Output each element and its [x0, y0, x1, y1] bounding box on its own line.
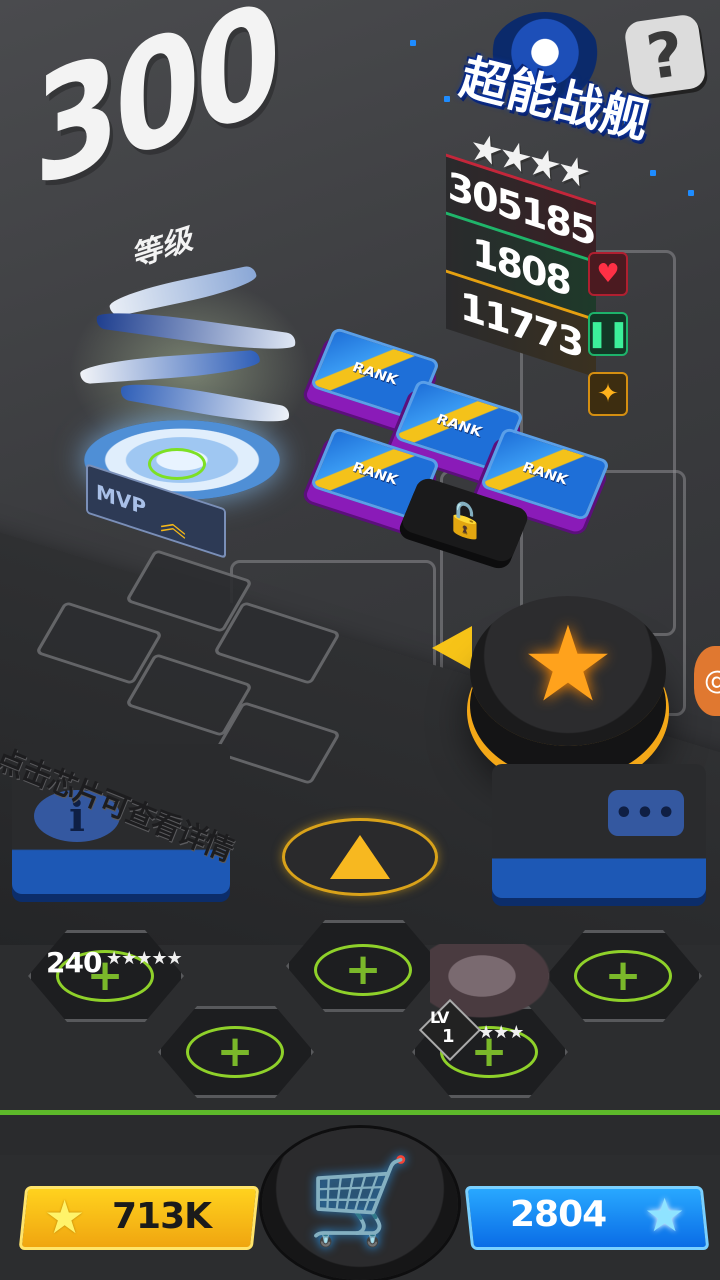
- add-member-button[interactable]: +: [186, 1026, 284, 1078]
- sparkle-dot: [444, 96, 450, 102]
- member-stars: ★★★★★: [106, 948, 183, 969]
- swirl-icon: @: [704, 666, 720, 696]
- member-level-prefix: LV: [430, 1008, 449, 1027]
- star-upgrade-button[interactable]: ★: [470, 596, 666, 746]
- side-tab-button[interactable]: @: [694, 646, 720, 716]
- add-member-button[interactable]: +: [574, 950, 672, 1002]
- expand-up-button[interactable]: [282, 818, 438, 896]
- attack-star-icon: ✦: [588, 372, 628, 416]
- sparkle-dot: [410, 40, 416, 46]
- sparkle-dot: [688, 190, 694, 196]
- member-level: 240: [46, 946, 102, 979]
- coins-value: 713K: [112, 1196, 212, 1237]
- triangle-up-icon: [330, 835, 390, 879]
- member-level: 1: [442, 1026, 454, 1047]
- shop-button[interactable]: 🛒: [262, 1128, 458, 1280]
- coin-star-icon: ★: [44, 1190, 86, 1244]
- member-stars: ★★★: [478, 1022, 524, 1043]
- shield-icon: ❚❚: [586, 312, 630, 356]
- gems-value: 2804: [510, 1194, 607, 1235]
- lock-icon: 🔓: [445, 494, 485, 546]
- cart-icon: 🛒: [307, 1151, 413, 1250]
- chat-button[interactable]: •••: [608, 790, 684, 836]
- gem-star-icon: ★: [644, 1188, 686, 1242]
- sparkle-dot: [650, 170, 656, 176]
- ship-platform-core: [148, 448, 206, 480]
- chat-bubble-icon: •••: [614, 795, 678, 831]
- add-member-button[interactable]: +: [314, 944, 412, 996]
- arrow-left-icon: [432, 626, 472, 670]
- heart-icon: ♥: [588, 252, 628, 296]
- star-icon: ★: [521, 603, 615, 725]
